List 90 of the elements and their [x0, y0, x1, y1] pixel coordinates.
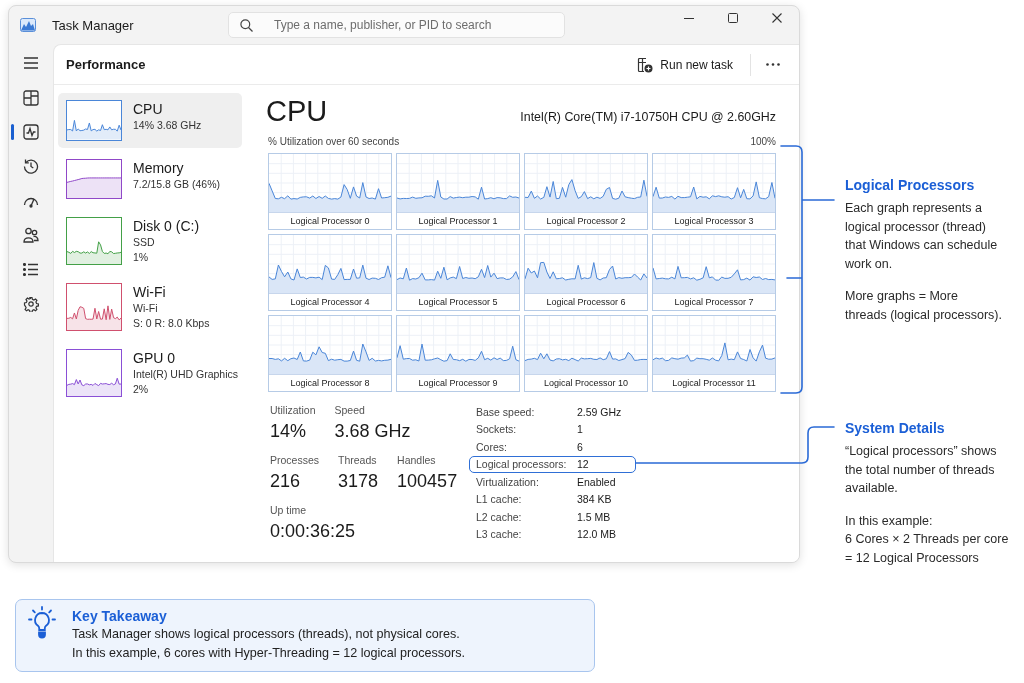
detail-label: Cores:	[476, 440, 508, 453]
maximize-icon	[728, 13, 738, 23]
graph-label: Logical Processor 2	[525, 212, 647, 229]
section-title: Performance	[66, 57, 146, 72]
graph-label: Logical Processor 1	[397, 212, 519, 229]
window-title: Task Manager	[52, 17, 134, 33]
graph-label: Logical Processor 11	[653, 374, 775, 391]
graph-caption: % Utilization over 60 seconds	[268, 135, 400, 149]
graph-label: Logical Processor 8	[269, 374, 391, 391]
takeaway-title: Key Takeaway	[72, 607, 168, 625]
graph-label: Logical Processor 10	[525, 374, 647, 391]
graph-label: Logical Processor 7	[653, 293, 775, 310]
close-icon	[772, 13, 782, 23]
cpu-title: CPU	[266, 94, 328, 129]
app-icon	[20, 18, 36, 32]
detail-value: 6	[577, 440, 583, 453]
stat-label: Up time	[270, 503, 308, 517]
detail-value: 12.0 MB	[577, 528, 617, 541]
graph-label: Logical Processor 9	[397, 374, 519, 391]
resource-item[interactable]: CPU 14% 3.68 GHz	[58, 93, 242, 148]
menu-icon	[23, 57, 39, 70]
resource-name: Disk 0 (C:)	[133, 217, 200, 236]
search-icon	[240, 18, 253, 32]
annotation-text: In this example: 6 Cores × 2 Threads per core = 12 Logical Processors	[845, 512, 1010, 567]
tiles-icon	[23, 89, 39, 106]
lightbulb-icon	[28, 606, 56, 640]
graph-label: Logical Processor 0	[269, 212, 391, 229]
detail-label: L1 cache:	[476, 493, 523, 506]
annotation-title: System Details	[845, 419, 946, 438]
minimize-icon	[684, 17, 694, 19]
graph-label: Logical Processor 6	[525, 293, 647, 310]
history-icon	[23, 158, 39, 175]
detail-value: 2.59 GHz	[577, 405, 622, 418]
stat-label: Threads	[338, 453, 378, 467]
detail-value: 1.5 MB	[577, 510, 611, 523]
resource-detail: 7.2/15.8 GB (46%)	[133, 176, 220, 192]
detail-value: 384 KB	[577, 493, 612, 506]
stat-label: Processes	[270, 453, 320, 467]
detail-value: Enabled	[577, 475, 616, 488]
resource-item[interactable]: Disk 0 (C:) SSD 1%	[58, 210, 242, 273]
resource-item[interactable]: Wi-Fi Wi-Fi S: 0 R: 8.0 Kbps	[58, 276, 242, 339]
resource-name: GPU 0	[133, 349, 176, 368]
annotation-title: Logical Processors	[845, 176, 976, 195]
stat-value: 14%	[270, 420, 308, 443]
resource-detail: 1%	[133, 250, 150, 266]
detail-value: 1	[577, 423, 583, 436]
pulse-chart-icon	[23, 123, 39, 140]
more-icon	[766, 63, 780, 66]
resource-detail: Intel(R) UHD Graphics	[133, 367, 239, 383]
stat-label: Speed	[334, 403, 366, 417]
takeaway-text: Task Manager shows logical processors (threads), not physical cores.	[72, 626, 461, 643]
annotation-text: “Logical processors” shows the total number of threads available.	[845, 443, 998, 497]
cpu-model: Intel(R) Core(TM) i7-10750H CPU @ 2.60GHz	[520, 110, 776, 124]
resource-detail: 2%	[133, 382, 150, 398]
resource-item[interactable]: GPU 0 Intel(R) UHD Graphics 2%	[58, 342, 242, 405]
detail-label: L2 cache:	[476, 510, 523, 523]
stat-value: 216	[270, 470, 302, 493]
annotation-text: More graphs = More threads (logical processors).	[845, 288, 1003, 324]
resource-name: Memory	[133, 158, 185, 177]
run-task-button[interactable]: Run new task	[633, 51, 742, 78]
graph-scale-label: 100%	[750, 135, 776, 149]
resource-item[interactable]: Memory 7.2/15.8 GB (46%)	[58, 151, 242, 207]
resource-detail: 14% 3.68 GHz	[133, 118, 202, 133]
resource-name: CPU	[133, 100, 164, 118]
resource-detail: SSD	[133, 235, 156, 251]
annotation-text: Each graph represents a logical processor (thread) that Windows can schedule work on.	[845, 200, 999, 273]
people-icon	[23, 227, 39, 244]
window-plus-icon	[637, 56, 654, 73]
resource-detail: S: 0 R: 8.0 Kbps	[133, 316, 210, 332]
detail-value: 12	[577, 458, 589, 471]
stat-value: 3.68 GHz	[334, 420, 411, 443]
graph-label: Logical Processor 3	[653, 212, 775, 229]
resource-name: Wi-Fi	[133, 283, 167, 302]
stat-value: 0:00:36:25	[270, 520, 356, 543]
takeaway-text: In this example, 6 cores with Hyper-Threading = 12 logical processors.	[72, 645, 466, 662]
detail-label: Logical processors:	[476, 458, 568, 471]
detail-label: L3 cache:	[476, 528, 523, 541]
stat-value: 100457	[397, 470, 458, 493]
graph-label: Logical Processor 5	[397, 293, 519, 310]
resource-detail: Wi-Fi	[133, 301, 159, 317]
search-field[interactable]: Type a name, publisher, or PID to search	[228, 12, 565, 38]
stat-label: Handles	[397, 453, 437, 467]
stat-value: 3178	[338, 470, 379, 493]
gear-icon	[23, 295, 39, 312]
detail-label: Base speed:	[476, 405, 536, 418]
detail-label: Sockets:	[476, 423, 518, 436]
list-icon	[23, 263, 39, 277]
detail-label: Virtualization:	[476, 475, 540, 488]
stat-label: Utilization	[270, 403, 316, 417]
graph-label: Logical Processor 4	[269, 293, 391, 310]
